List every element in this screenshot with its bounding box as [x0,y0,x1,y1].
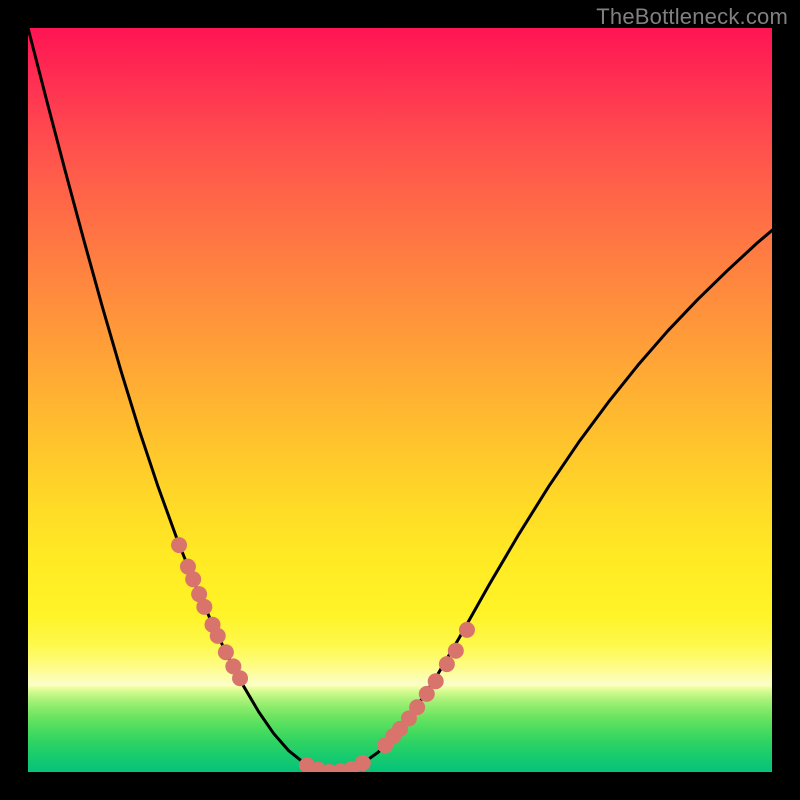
data-marker [409,699,425,715]
marker-cluster-right [377,622,475,753]
data-marker [439,656,455,672]
curve-group [28,28,772,772]
data-marker [210,628,226,644]
marker-cluster-bottom [299,755,371,772]
data-marker [171,537,187,553]
data-marker [355,755,371,771]
watermark-text: TheBottleneck.com [596,4,788,30]
chart-svg [28,28,772,772]
data-marker [232,670,248,686]
data-marker [448,643,464,659]
app-frame: TheBottleneck.com [0,0,800,800]
bottleneck-curve [28,28,772,772]
data-marker [459,622,475,638]
data-marker [196,599,212,615]
marker-cluster-left [171,537,248,686]
data-marker [428,673,444,689]
plot-area [28,28,772,772]
data-marker [185,571,201,587]
data-marker [218,644,234,660]
